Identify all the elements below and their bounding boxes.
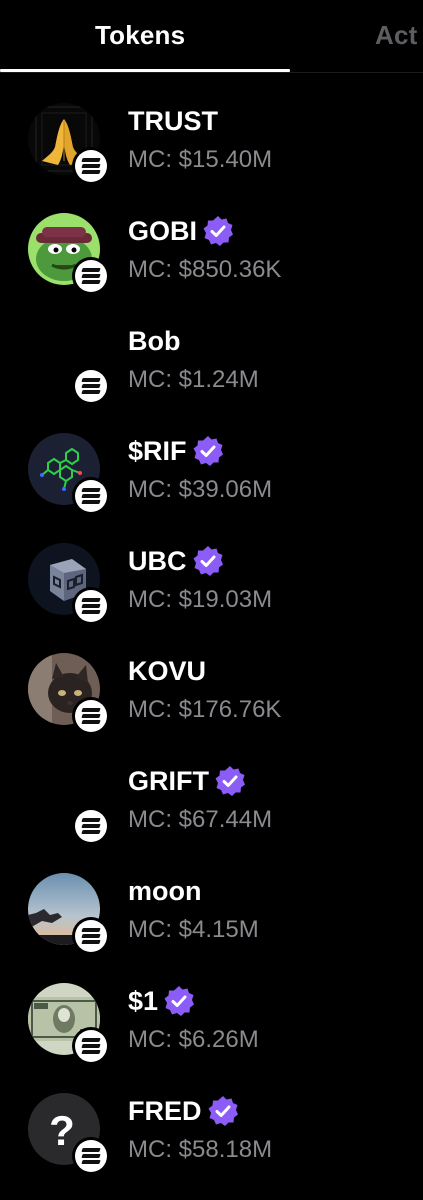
market-cap: MC: $67.44M	[128, 806, 273, 833]
token-name: $1	[128, 985, 159, 1016]
verified-badge-icon	[164, 986, 195, 1016]
solana-chain-badge	[72, 147, 110, 185]
token-row[interactable]: KOVU MC: $176.76K	[0, 653, 423, 763]
token-row[interactable]: UBC MC: $19.03M	[0, 543, 423, 653]
tab-tokens[interactable]: Tokens	[95, 20, 185, 51]
token-name-line: TRUST	[128, 105, 218, 137]
market-cap: MC: $850.36K	[128, 256, 282, 283]
token-name: Bob	[128, 325, 181, 356]
verified-badge-icon	[193, 546, 223, 576]
token-name: FRED	[128, 1095, 202, 1126]
svg-text:?: ?	[49, 1107, 75, 1154]
token-row[interactable]: GOBI MC: $850.36K	[0, 213, 423, 323]
solana-chain-badge	[72, 257, 110, 295]
tab-activity[interactable]: Act	[375, 20, 418, 51]
token-name-line: GRIFT	[128, 765, 247, 797]
market-cap: MC: $1.24M	[128, 366, 259, 393]
verified-badge-icon	[208, 1096, 238, 1126]
token-row[interactable]: moon MC: $4.15M	[0, 873, 423, 983]
solana-chain-badge	[72, 367, 110, 405]
verified-badge-icon	[203, 216, 234, 246]
tab-bar: Tokens Act	[0, 0, 423, 73]
token-name-line: UBC	[128, 545, 225, 577]
market-cap: MC: $4.15M	[128, 916, 259, 943]
token-row[interactable]: GRIFT MC: $67.44M	[0, 763, 423, 873]
market-cap: MC: $15.40M	[128, 146, 273, 173]
token-row[interactable]: $1 MC: $6.26M	[0, 983, 423, 1093]
solana-chain-badge	[72, 807, 110, 845]
token-name-line: KOVU	[128, 655, 206, 687]
verified-badge-icon	[193, 436, 223, 466]
token-name-line: GOBI	[128, 215, 235, 247]
token-name: UBC	[128, 545, 187, 576]
token-name-line: moon	[128, 875, 202, 907]
token-row[interactable]: Bob MC: $1.24M	[0, 323, 423, 433]
token-name: GRIFT	[128, 765, 209, 796]
solana-chain-badge	[72, 477, 110, 515]
market-cap: MC: $176.76K	[128, 696, 282, 723]
token-row[interactable]: TRUST MC: $15.40M	[0, 103, 423, 213]
token-name: TRUST	[128, 105, 218, 136]
token-row[interactable]: $RIF MC: $39.06M	[0, 433, 423, 543]
token-name: GOBI	[128, 215, 198, 246]
solana-chain-badge	[72, 1027, 110, 1065]
solana-chain-badge	[72, 1137, 110, 1175]
token-name-line: $RIF	[128, 435, 225, 467]
market-cap: MC: $58.18M	[128, 1136, 273, 1163]
token-name-line: FRED	[128, 1095, 240, 1127]
verified-badge-icon	[215, 766, 245, 796]
token-row[interactable]: ? FRED MC: $58.18M	[0, 1093, 423, 1200]
token-name-line: Bob	[128, 325, 180, 357]
market-cap: MC: $19.03M	[128, 586, 273, 613]
token-name: KOVU	[128, 655, 207, 686]
token-name: moon	[128, 875, 202, 906]
solana-chain-badge	[72, 917, 110, 955]
token-name: $RIF	[128, 435, 187, 466]
solana-chain-badge	[72, 697, 110, 735]
token-name-line: $1	[128, 985, 196, 1017]
active-tab-indicator	[0, 69, 290, 72]
market-cap: MC: $6.26M	[128, 1026, 259, 1053]
solana-chain-badge	[72, 587, 110, 625]
market-cap: MC: $39.06M	[128, 476, 273, 503]
